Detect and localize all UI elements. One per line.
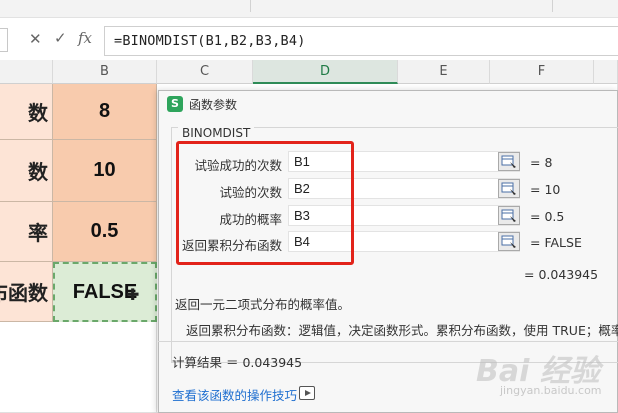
arg-result-cumulative: = FALSE (530, 235, 582, 250)
dialog-titlebar[interactable]: S 函数参数 (159, 91, 617, 117)
column-header-d[interactable]: D (253, 60, 398, 84)
calculation-result: 计算结果 ＝ 0.043945 (172, 355, 303, 370)
function-tips-link[interactable]: 查看该函数的操作技巧 (172, 385, 297, 404)
arg-result-probability: = 0.5 (530, 209, 565, 224)
arg-result-trials: = 10 (530, 182, 561, 197)
top-toolbar-strip (0, 0, 618, 18)
toolbar-divider (552, 0, 553, 12)
range-picker-icon[interactable] (498, 206, 520, 225)
column-header-f[interactable]: F (490, 60, 594, 84)
cell-b1[interactable]: 8 (53, 84, 157, 140)
cell-a2[interactable]: 数 (0, 140, 53, 202)
column-header-b[interactable]: B (53, 60, 157, 84)
formula-input[interactable]: =BINOMDIST(B1,B2,B3,B4) (104, 26, 618, 56)
range-picker-icon[interactable] (498, 179, 520, 198)
argument-description: 返回累积分布函数：逻辑值，决定函数形式。累积分布函数，使用 TRUE；概率密 (186, 323, 618, 338)
fx-icon[interactable]: fx (78, 29, 92, 47)
baidu-watermark-url: jingyan.baidu.com (500, 384, 602, 397)
cell-a3[interactable]: 率 (0, 202, 53, 262)
column-header-a[interactable] (0, 60, 53, 84)
check-icon[interactable]: ✓ (54, 29, 67, 47)
toolbar-divider (250, 0, 251, 12)
empty-cells[interactable] (0, 322, 157, 413)
range-picker-icon[interactable] (498, 152, 520, 171)
column-header-e[interactable]: E (398, 60, 490, 84)
cell-b4[interactable]: FALSE (53, 262, 157, 322)
arg-result-successes: = 8 (530, 155, 553, 170)
dialog-title: 函数参数 (189, 98, 238, 112)
close-icon[interactable]: ✕ (29, 30, 42, 48)
dialog-divider (158, 341, 618, 342)
wps-logo-icon: S (167, 96, 183, 112)
range-picker-icon[interactable] (498, 232, 520, 251)
formula-bar: ✕ ✓ fx =BINOMDIST(B1,B2,B3,B4) (0, 24, 618, 58)
function-description: 返回一元二项式分布的概率值。 (175, 297, 351, 312)
video-play-icon[interactable] (299, 386, 315, 400)
function-total-result: = 0.043945 (524, 267, 599, 282)
highlight-annotation-box (176, 141, 354, 265)
cell-a1[interactable]: 数 (0, 84, 53, 140)
cell-b3[interactable]: 0.5 (53, 202, 157, 262)
column-header-c[interactable]: C (157, 60, 253, 84)
column-header-g[interactable] (594, 60, 618, 84)
cell-b2[interactable]: 10 (53, 140, 157, 202)
name-box[interactable] (0, 28, 8, 52)
function-name: BINOMDIST (178, 126, 255, 140)
cell-cursor-icon: ✚ (126, 285, 140, 304)
cell-a4[interactable]: 布函数 (0, 262, 53, 322)
